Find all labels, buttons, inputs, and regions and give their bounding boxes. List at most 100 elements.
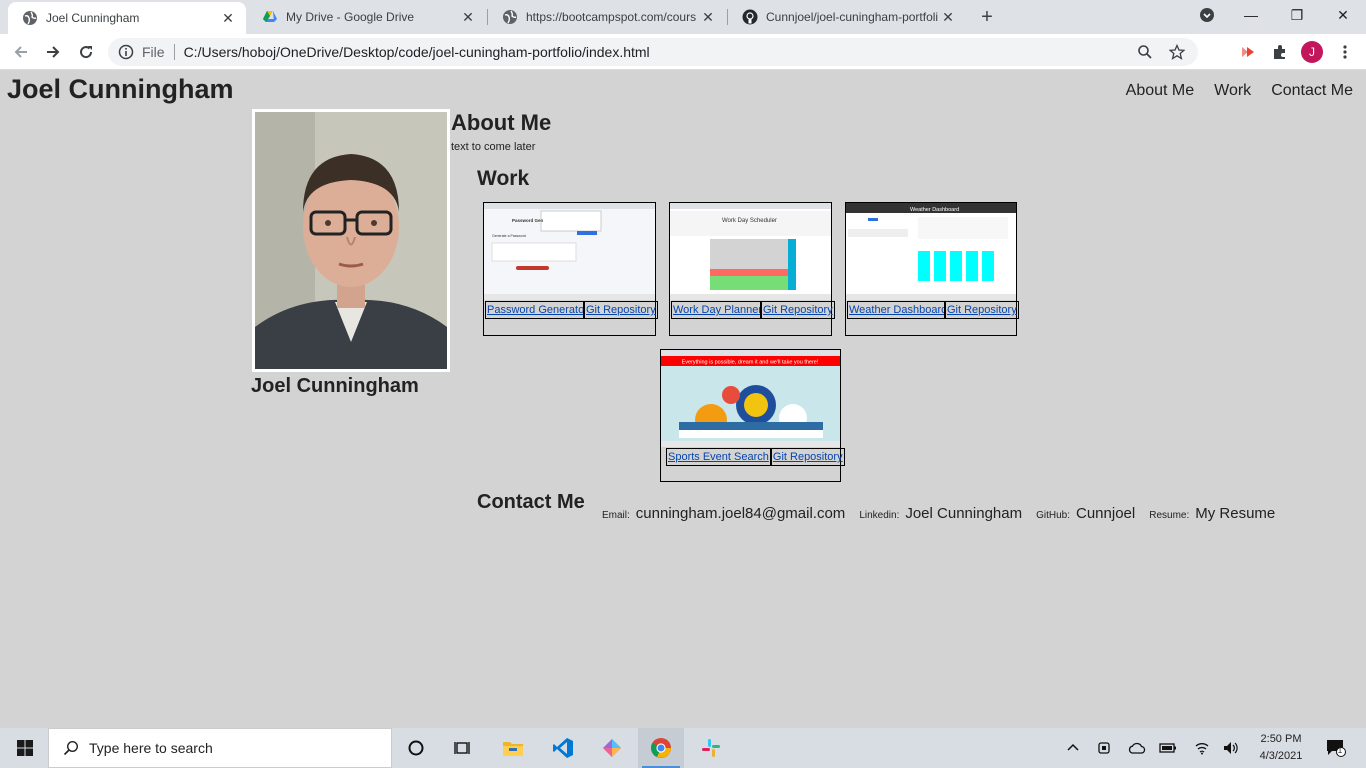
- close-window-button[interactable]: ✕: [1320, 0, 1366, 30]
- repo-link[interactable]: Git Repository: [945, 301, 1019, 319]
- about-text: text to come later: [451, 141, 536, 153]
- project-links: Work Day Planner Git Repository: [671, 301, 835, 319]
- shot-subheading: Generate a Password: [492, 234, 526, 238]
- vscode-button[interactable]: [540, 728, 586, 768]
- minimize-button[interactable]: —: [1228, 0, 1274, 30]
- repo-link[interactable]: Git Repository: [770, 448, 845, 466]
- shot-heading: Weather Dashboard: [910, 207, 959, 213]
- tab-search-button[interactable]: [1184, 0, 1230, 30]
- resume-label: Resume:: [1149, 510, 1190, 521]
- meet-now-icon[interactable]: [1095, 738, 1115, 758]
- cortana-button[interactable]: [393, 728, 439, 768]
- slack-button[interactable]: [688, 728, 734, 768]
- shot-heading: Everything is possible, dream it and we'…: [682, 360, 819, 366]
- forward-button[interactable]: [41, 40, 65, 64]
- scheme-label: File: [142, 44, 165, 60]
- nav-contact-me[interactable]: Contact Me: [1271, 82, 1353, 100]
- tab-title: https://bootcampspot.com/cours: [526, 10, 697, 24]
- project-screenshot[interactable]: Everything is possible, dream it and we'…: [661, 350, 840, 447]
- back-button[interactable]: [9, 40, 33, 64]
- search-icon: [63, 740, 79, 756]
- onedrive-cloud-icon[interactable]: [1127, 738, 1147, 758]
- browser-menu-button[interactable]: [1333, 40, 1357, 64]
- address-bar[interactable]: File C:/Users/hoboj/OneDrive/Desktop/cod…: [108, 38, 1198, 66]
- battery-icon[interactable]: [1158, 738, 1178, 758]
- github-icon: [742, 9, 758, 25]
- zoom-icon[interactable]: [1134, 44, 1156, 60]
- volume-icon[interactable]: [1221, 738, 1241, 758]
- profile-avatar[interactable]: J: [1301, 41, 1323, 63]
- repo-link[interactable]: Git Repository: [761, 301, 835, 319]
- wifi-icon[interactable]: [1192, 738, 1212, 758]
- new-tab-button[interactable]: +: [976, 6, 998, 28]
- site-name: Joel Cunningham: [7, 74, 234, 104]
- restore-button[interactable]: ❐: [1274, 0, 1320, 30]
- project-screenshot[interactable]: Work Day Scheduler: [670, 203, 831, 300]
- globe-icon: [22, 10, 38, 26]
- profile-photo: [252, 109, 450, 372]
- nav-work[interactable]: Work: [1214, 82, 1251, 100]
- task-view-button[interactable]: [440, 728, 486, 768]
- tab-close-icon[interactable]: ✕: [940, 9, 956, 25]
- tab-close-icon[interactable]: ✕: [460, 9, 476, 25]
- linkedin-link[interactable]: Joel Cunningham: [905, 505, 1022, 522]
- clock-time: 2:50 PM: [1260, 733, 1302, 745]
- slack-icon: [702, 739, 720, 757]
- vscode-icon: [553, 738, 573, 758]
- extension-cast-button[interactable]: [1236, 40, 1260, 64]
- project-card-work-day-planner: Work Day Scheduler Work Day Planner Git …: [669, 202, 835, 336]
- repo-link[interactable]: Git Repository: [584, 301, 658, 319]
- project-link[interactable]: Work Day Planner: [671, 301, 761, 319]
- show-hidden-icons-button[interactable]: [1063, 738, 1083, 758]
- linkedin-label: Linkedin:: [859, 510, 900, 521]
- folder-icon: [503, 742, 523, 756]
- tab-bootcampspot[interactable]: https://bootcampspot.com/cours ✕: [488, 0, 726, 34]
- reload-button[interactable]: [74, 40, 98, 64]
- contact-list: Email: cunningham.joel84@gmail.com Linke…: [602, 505, 1275, 522]
- project-card-weather-dashboard: Weather Dashboard Weather Dashboard Git …: [845, 202, 1019, 336]
- url-text: C:/Users/hoboj/OneDrive/Desktop/code/joe…: [183, 44, 650, 60]
- taskbar-search-box[interactable]: Type here to search: [48, 728, 392, 768]
- chrome-icon: [651, 738, 671, 758]
- notification-count: 1: [1337, 746, 1343, 755]
- portfolio-page: Joel Cunningham About Me Work Contact Me…: [0, 70, 1366, 728]
- info-icon[interactable]: [118, 44, 134, 60]
- project-links: Weather Dashboard Git Repository: [847, 301, 1019, 319]
- app-button[interactable]: [589, 728, 635, 768]
- project-link[interactable]: Sports Event Search: [666, 448, 771, 466]
- main-nav: About Me Work Contact Me: [1126, 82, 1353, 100]
- work-heading: Work: [477, 167, 530, 190]
- project-card-sports-event-search: Everything is possible, dream it and we'…: [660, 349, 845, 482]
- tab-google-drive[interactable]: My Drive - Google Drive ✕: [248, 0, 486, 34]
- tab-close-icon[interactable]: ✕: [220, 10, 236, 26]
- project-screenshot[interactable]: Weather Dashboard: [846, 203, 1016, 300]
- project-link[interactable]: Password Generator: [485, 301, 584, 319]
- project-link[interactable]: Weather Dashboard: [847, 301, 945, 319]
- chrome-taskbar-button[interactable]: [638, 728, 684, 768]
- windows-taskbar: Type here to search 2:50 PM 4/3/2021 1: [0, 728, 1366, 768]
- diamond-app-icon: [603, 739, 621, 757]
- action-center-button[interactable]: 1: [1324, 738, 1348, 758]
- tab-joel-cunningham[interactable]: Joel Cunningham ✕: [8, 2, 246, 34]
- cortana-circle-icon: [408, 740, 424, 756]
- nav-about-me[interactable]: About Me: [1126, 82, 1194, 100]
- email-label: Email:: [602, 510, 630, 521]
- resume-link[interactable]: My Resume: [1195, 505, 1275, 522]
- file-explorer-button[interactable]: [490, 728, 536, 768]
- bookmark-star-icon[interactable]: [1166, 44, 1188, 60]
- extensions-button[interactable]: [1268, 40, 1292, 64]
- about-heading: About Me: [451, 110, 552, 135]
- github-link[interactable]: Cunnjoel: [1076, 505, 1135, 522]
- search-placeholder: Type here to search: [89, 740, 213, 756]
- tab-github[interactable]: Cunnjoel/joel-cuningham-portfoli ✕: [728, 0, 966, 34]
- taskbar-clock[interactable]: 2:50 PM 4/3/2021: [1250, 731, 1312, 765]
- reload-icon: [80, 46, 93, 59]
- tab-close-icon[interactable]: ✕: [700, 9, 716, 25]
- project-screenshot[interactable]: Password Gen Generate a Password: [484, 203, 655, 300]
- arrow-left-icon: [14, 46, 27, 58]
- start-button[interactable]: [2, 728, 48, 768]
- github-label: GitHub:: [1036, 510, 1070, 521]
- task-view-icon: [454, 742, 470, 754]
- email-link[interactable]: cunningham.joel84@gmail.com: [636, 505, 846, 522]
- tab-title: Cunnjoel/joel-cuningham-portfoli: [766, 10, 939, 24]
